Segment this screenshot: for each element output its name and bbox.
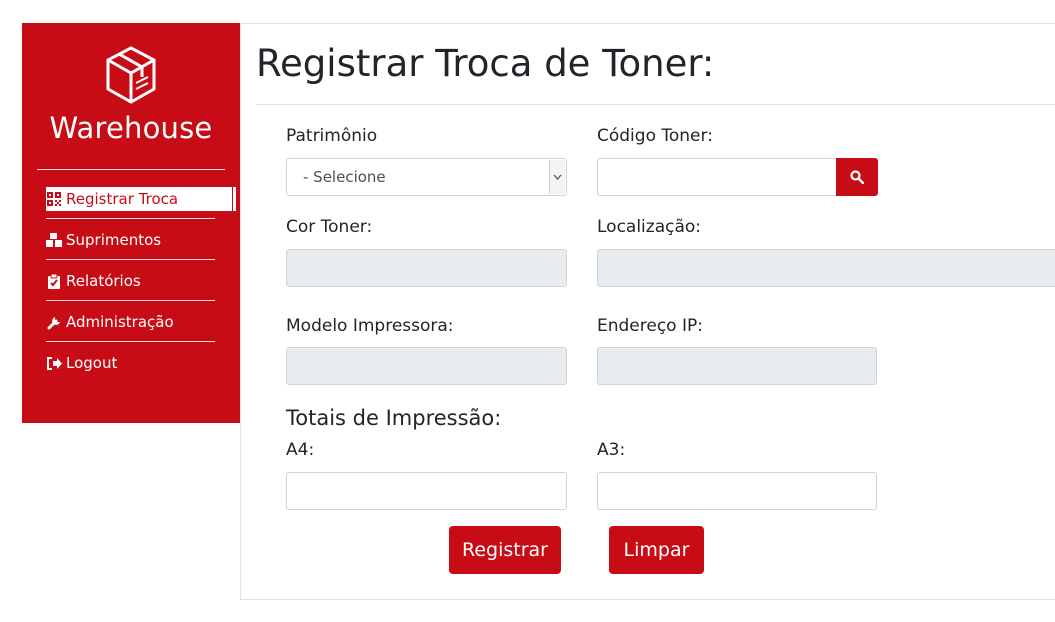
brand-name: Warehouse bbox=[49, 111, 213, 145]
sidebar-item-label: Logout bbox=[66, 354, 118, 372]
endereco-ip-label: Endereço IP: bbox=[597, 316, 703, 336]
page-title: Registrar Troca de Toner: bbox=[256, 42, 715, 85]
patrimonio-label: Patrimônio bbox=[286, 126, 378, 146]
patrimonio-selected-value: - Selecione bbox=[303, 168, 386, 186]
registrar-button[interactable]: Registrar bbox=[449, 526, 561, 574]
clipboard-check-icon bbox=[46, 273, 62, 289]
sidebar-divider bbox=[46, 341, 215, 342]
sidebar-item-label: Relatórios bbox=[66, 272, 141, 290]
modelo-impressora-label: Modelo Impressora: bbox=[286, 316, 454, 336]
sidebar-item-label: Suprimentos bbox=[66, 231, 162, 249]
wrench-icon bbox=[46, 314, 62, 330]
sidebar-divider bbox=[46, 259, 215, 260]
sidebar-item-logout[interactable]: Logout bbox=[46, 351, 117, 375]
modelo-impressora-field bbox=[286, 347, 567, 385]
sidebar-item-registrar-troca[interactable]: Registrar Troca bbox=[46, 187, 236, 211]
a4-input[interactable] bbox=[286, 472, 567, 510]
patrimonio-select[interactable]: - Selecione bbox=[286, 158, 567, 196]
cor-toner-field bbox=[286, 249, 567, 287]
codigo-toner-input[interactable] bbox=[597, 158, 837, 196]
a4-label: A4: bbox=[286, 440, 315, 460]
sidebar-divider bbox=[37, 169, 225, 170]
limpar-button[interactable]: Limpar bbox=[609, 526, 704, 574]
sidebar-item-relatorios[interactable]: Relatórios bbox=[46, 269, 141, 293]
sidebar-item-suprimentos[interactable]: Suprimentos bbox=[46, 228, 161, 252]
codigo-toner-label: Código Toner: bbox=[597, 126, 713, 146]
chevron-down-icon[interactable] bbox=[549, 160, 565, 194]
sidebar-item-administracao[interactable]: Administração bbox=[46, 310, 174, 334]
qrcode-icon bbox=[46, 191, 62, 207]
localizacao-field bbox=[597, 249, 1055, 287]
a3-label: A3: bbox=[597, 440, 626, 460]
sidebar-item-label: Registrar Troca bbox=[66, 190, 179, 208]
sidebar-item-label: Administração bbox=[66, 313, 174, 331]
sidebar-divider bbox=[46, 218, 215, 219]
sign-out-icon bbox=[46, 355, 62, 371]
localizacao-label: Localização: bbox=[597, 217, 702, 237]
a3-input[interactable] bbox=[597, 472, 877, 510]
main-panel bbox=[240, 23, 1055, 600]
search-button[interactable] bbox=[836, 158, 878, 196]
sidebar-divider bbox=[46, 300, 215, 301]
endereco-ip-field bbox=[597, 347, 877, 385]
sidebar: Warehouse Registrar Troca Suprimentos Re… bbox=[22, 23, 240, 423]
search-icon bbox=[850, 170, 864, 184]
totais-heading: Totais de Impressão: bbox=[286, 406, 502, 430]
box-package-icon bbox=[106, 46, 156, 104]
cor-toner-label: Cor Toner: bbox=[286, 217, 373, 237]
boxes-icon bbox=[46, 232, 62, 248]
title-divider bbox=[256, 104, 1055, 105]
